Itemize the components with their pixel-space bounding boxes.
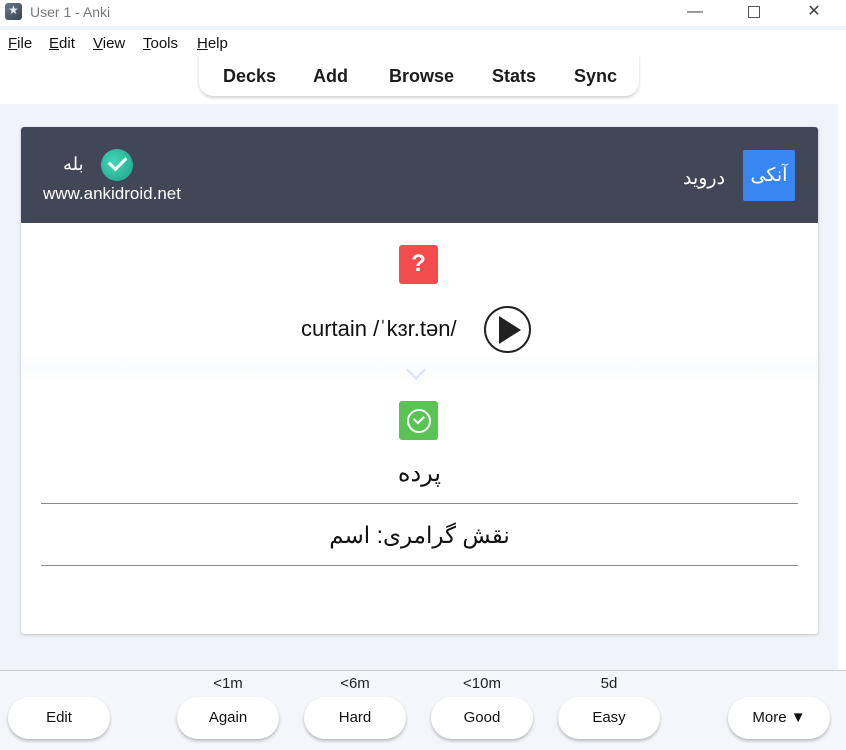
menu-help-accel: H [197,35,208,52]
again-interval: <1m [213,675,243,692]
flashcard: بله www.ankidroid.net درويد آنکی ? curta… [21,127,818,634]
grammar-text: نقش گرامری: اسم [329,522,510,548]
menu-tools[interactable]: Tools [143,35,178,52]
easy-interval: 5d [600,675,618,692]
card-header: بله www.ankidroid.net درويد آنکی [21,127,818,223]
good-button[interactable]: Good [431,697,533,739]
check-icon [399,401,438,440]
decks-button[interactable]: Decks [223,66,276,87]
front-word: curtain /ˈkɜr.tən/ [301,316,457,341]
hard-button[interactable]: Hard [304,697,406,739]
answer-text: پرده [397,460,442,487]
play-audio-button[interactable] [484,306,531,353]
ankidroid-check-icon [101,149,133,181]
more-button[interactable]: More ▼ [728,697,830,739]
toolbar-area: Decks Add Browse Stats Sync [0,54,846,104]
close-button[interactable]: ✕ [791,0,837,26]
question-mark: ? [411,250,426,277]
good-interval: <10m [463,675,501,692]
hard-interval: <6m [340,675,370,692]
menu-help-label: elp [207,35,228,52]
separator [41,503,798,504]
maximize-icon [748,6,760,18]
brand-yes-text: بله [63,154,84,174]
maximize-button[interactable] [731,0,777,26]
question-icon: ? [399,245,438,284]
menu-view-label: iew [102,35,126,52]
menu-file-accel: F [8,35,18,52]
main-toolbar: Decks Add Browse Stats Sync [199,54,639,96]
menu-file-label: ile [17,35,33,52]
menu-help[interactable]: Help [197,35,228,52]
ankidroid-word: درويد [683,168,726,189]
minimize-button[interactable]: — [672,0,718,26]
anki-app-icon [5,3,22,20]
again-button[interactable]: Again [177,697,279,739]
menu-bar: File Edit View Tools Help [0,30,846,54]
answer-bar: <1m <6m <10m 5d Edit Again Hard Good Eas… [0,670,846,750]
menu-edit-label: dit [59,35,75,52]
scrollbar[interactable] [838,54,846,670]
menu-tools-label: ools [150,35,179,52]
menu-tools-accel: T [143,35,151,52]
brand-url: www.ankidroid.net [43,184,181,203]
separator [41,565,798,566]
anki-badge: آنکی [743,150,795,201]
menu-view[interactable]: View [93,35,125,52]
edit-button[interactable]: Edit [8,697,110,739]
window-title: User 1 - Anki [30,4,111,20]
easy-button[interactable]: Easy [558,697,660,739]
add-button[interactable]: Add [313,66,348,87]
title-bar: User 1 - Anki — ✕ [0,0,846,26]
stats-button[interactable]: Stats [492,66,536,87]
menu-edit[interactable]: Edit [49,35,75,52]
menu-view-accel: V [93,35,103,52]
sync-button[interactable]: Sync [574,66,617,87]
browse-button[interactable]: Browse [389,66,454,87]
menu-edit-accel: E [49,35,60,52]
menu-file[interactable]: File [8,35,32,52]
